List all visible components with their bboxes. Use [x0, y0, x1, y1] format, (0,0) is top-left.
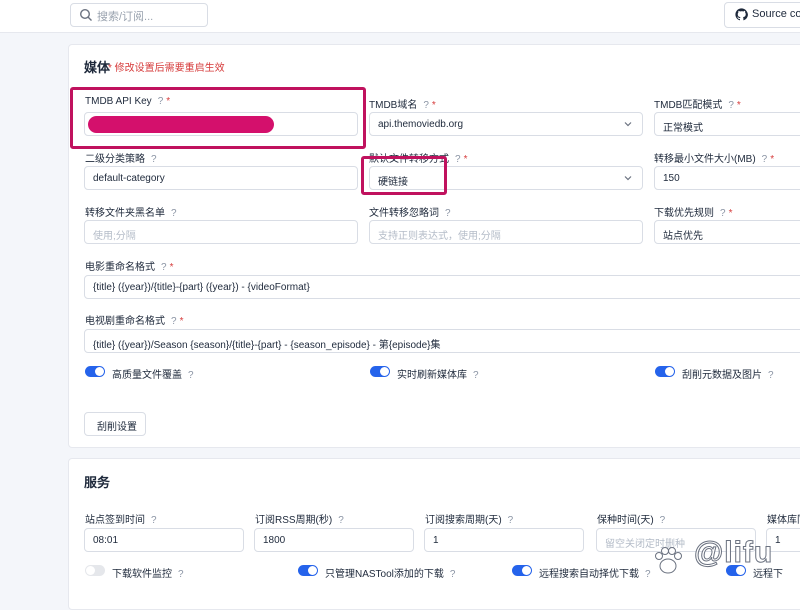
- signin-time-label: 站点签到时间?: [85, 515, 157, 526]
- tmdb-domain-value: api.themoviedb.org: [378, 119, 464, 130]
- ignore-words-placeholder: 支持正则表达式，使用;分隔: [378, 231, 501, 242]
- help-icon[interactable]: ?: [720, 208, 726, 219]
- search-box[interactable]: 搜索/订阅...: [70, 3, 208, 27]
- help-icon[interactable]: ?: [338, 515, 344, 526]
- movie-rename-value: {title} ({year})/{title}-{part} ({year})…: [93, 282, 310, 293]
- secondary-category-field[interactable]: default-category: [84, 166, 358, 190]
- downloader-monitor-label: 下载软件监控?: [112, 569, 184, 580]
- rss-period-field[interactable]: 1800: [254, 528, 414, 552]
- help-icon[interactable]: ?: [455, 154, 461, 165]
- help-icon[interactable]: ?: [728, 100, 734, 111]
- source-code-button[interactable]: Source cod: [724, 2, 800, 28]
- scrape-settings-button[interactable]: 刮削设置: [84, 412, 146, 436]
- min-size-value: 150: [663, 173, 680, 184]
- scrape-metadata-label: 刮削元数据及图片?: [682, 370, 774, 381]
- media-section-title: 媒体: [84, 60, 111, 75]
- media-library-sync-label: 媒体库同: [767, 515, 800, 526]
- high-quality-overwrite-label: 高质量文件覆盖?: [112, 370, 194, 381]
- refresh-library-toggle[interactable]: [370, 366, 390, 377]
- tv-rename-label: 电视剧重命名格式? *: [85, 316, 184, 327]
- help-icon[interactable]: ?: [151, 515, 157, 526]
- source-code-label: Source cod: [752, 8, 800, 20]
- help-icon[interactable]: ?: [171, 316, 177, 327]
- min-size-label: 转移最小文件大小(MB)? *: [654, 154, 775, 165]
- help-icon[interactable]: ?: [660, 515, 666, 526]
- blacklist-label: 转移文件夹黑名单?: [85, 208, 177, 219]
- help-icon[interactable]: ?: [188, 370, 194, 381]
- remote-auto-download-label: 远程搜索自动择优下载?: [539, 569, 651, 580]
- help-icon[interactable]: ?: [171, 208, 177, 219]
- signin-time-field[interactable]: 08:01: [84, 528, 244, 552]
- tmdb-match-select[interactable]: 正常模式: [654, 112, 800, 136]
- ignore-words-label: 文件转移忽略词?: [369, 208, 451, 219]
- tv-rename-field[interactable]: {title} ({year})/Season {season}/{title}…: [84, 329, 800, 353]
- movie-rename-label: 电影重命名格式? *: [85, 262, 174, 273]
- ignore-words-field[interactable]: 支持正则表达式，使用;分隔: [369, 220, 643, 244]
- tmdb-match-value: 正常模式: [663, 123, 703, 134]
- restart-hint: * 修改设置后需要重启生效: [108, 63, 225, 74]
- blacklist-placeholder: 使用;分隔: [93, 231, 136, 242]
- scrape-settings-label: 刮削设置: [97, 422, 137, 433]
- min-size-field[interactable]: 150: [654, 166, 800, 190]
- secondary-category-label: 二级分类策略?: [85, 154, 157, 165]
- secondary-category-value: default-category: [93, 173, 165, 184]
- watermark: @lifu: [650, 534, 800, 600]
- movie-rename-field[interactable]: {title} ({year})/{title}-{part} ({year})…: [84, 275, 800, 299]
- github-icon: [735, 8, 748, 21]
- tv-rename-value: {title} ({year})/Season {season}/{title}…: [93, 340, 441, 351]
- top-bar: 搜索/订阅... Source cod: [0, 0, 800, 33]
- chevron-down-icon: [624, 176, 632, 181]
- downloader-monitor-toggle[interactable]: [85, 565, 105, 576]
- search-period-field[interactable]: 1: [424, 528, 584, 552]
- paw-logo-icon: [655, 547, 682, 574]
- seed-keep-label: 保种时间(天)?: [597, 515, 666, 526]
- help-icon[interactable]: ?: [178, 569, 184, 580]
- search-icon: [79, 8, 92, 21]
- help-icon[interactable]: ?: [508, 515, 514, 526]
- search-placeholder: 搜索/订阅...: [97, 11, 154, 23]
- blacklist-field[interactable]: 使用;分隔: [84, 220, 358, 244]
- help-icon[interactable]: ?: [450, 569, 456, 580]
- help-icon[interactable]: ?: [161, 262, 167, 273]
- rss-period-value: 1800: [263, 535, 286, 546]
- chevron-down-icon: [624, 122, 632, 127]
- rss-period-label: 订阅RSS周期(秒)?: [255, 515, 344, 526]
- nastool-only-label: 只管理NASTool添加的下载?: [325, 569, 456, 580]
- remote-auto-download-toggle[interactable]: [512, 565, 532, 576]
- refresh-library-label: 实时刷新媒体库?: [397, 370, 479, 381]
- highlight-box-tmdb-key: [70, 87, 366, 149]
- nastool-only-toggle[interactable]: [298, 565, 318, 576]
- tmdb-domain-select[interactable]: api.themoviedb.org: [369, 112, 643, 136]
- tmdb-match-label: TMDB匹配模式? *: [654, 100, 741, 111]
- search-period-value: 1: [433, 535, 439, 546]
- scrape-metadata-toggle[interactable]: [655, 366, 675, 377]
- help-icon[interactable]: ?: [473, 370, 479, 381]
- signin-time-value: 08:01: [93, 535, 119, 546]
- tmdb-domain-label: TMDB域名? *: [369, 100, 436, 111]
- highlight-box-transfer-mode: [361, 156, 447, 195]
- help-icon[interactable]: ?: [445, 208, 451, 219]
- help-icon[interactable]: ?: [151, 154, 157, 165]
- help-icon[interactable]: ?: [768, 370, 774, 381]
- search-period-label: 订阅搜索周期(天)?: [425, 515, 514, 526]
- download-priority-select[interactable]: 站点优先: [654, 220, 800, 244]
- high-quality-overwrite-toggle[interactable]: [85, 366, 105, 377]
- service-section-title: 服务: [84, 475, 111, 490]
- help-icon[interactable]: ?: [423, 100, 429, 111]
- watermark-text: @lifu: [693, 536, 774, 570]
- download-priority-label: 下载优先规则? *: [654, 208, 733, 219]
- download-priority-value: 站点优先: [663, 231, 703, 242]
- help-icon[interactable]: ?: [762, 154, 768, 165]
